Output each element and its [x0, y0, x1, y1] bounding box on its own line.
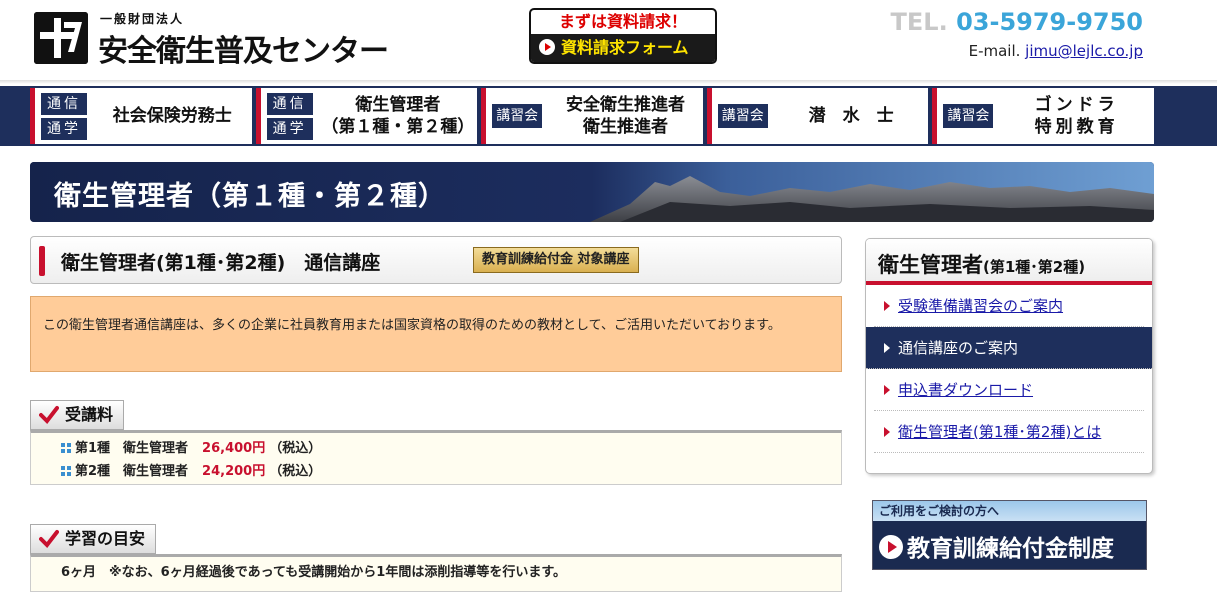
nav-bar: 通信 通学 社会保険労務士 通信 通学 衛生管理者 （第１種・第２種） 講習会 … — [0, 86, 1217, 146]
nav-tag: 講習会 — [717, 104, 768, 128]
promo-main: 教育訓練給付金制度 — [873, 521, 1146, 563]
sidebar-item-correspondence[interactable]: 通信講座のご案内 — [866, 327, 1152, 369]
study-box: 6ヶ月 ※なお、6ヶ月経過後であっても受講開始から1年間は添削指導等を行います。 — [30, 554, 842, 592]
cta-bottom: 資料請求フォーム — [531, 34, 715, 62]
nav-label: 潜 水 士 — [808, 106, 894, 126]
logo-mark-icon — [34, 12, 88, 64]
sidebar-item-seminar[interactable]: 受験準備講習会のご案内 — [874, 285, 1144, 327]
play-arrow-icon — [879, 535, 903, 559]
sidebar-title-main: 衛生管理者 — [878, 253, 983, 277]
course-intro: この衛生管理者通信講座は、多くの企業に社員教育用または国家資格の取得のための教材… — [30, 296, 842, 372]
subsidy-promo-banner[interactable]: ご利用をご検討の方へ 教育訓練給付金制度 — [872, 500, 1147, 570]
nav-tag: 通信 — [41, 92, 87, 115]
bullet-squares-icon — [61, 466, 71, 476]
heading-accent-bar — [39, 246, 45, 276]
study-heading: 学習の目安 — [30, 524, 157, 554]
promo-main-text: 教育訓練給付金制度 — [907, 536, 1114, 562]
page-banner: 衛生管理者（第１種・第２種） — [30, 162, 1154, 222]
fee-price: 24,200円 — [202, 464, 266, 479]
study-text: 6ヶ月 ※なお、6ヶ月経過後であっても受講開始から1年間は添削指導等を行います。 — [61, 565, 567, 580]
site-logo[interactable]: 一般財団法人 安全衛生普及センター — [34, 8, 389, 69]
sidebar-item-about[interactable]: 衛生管理者(第1種･第2種)とは — [874, 411, 1144, 453]
org-name: 安全衛生普及センター — [98, 34, 389, 69]
fee-price: 26,400円 — [202, 441, 266, 456]
tel-label: TEL. — [890, 8, 948, 36]
cta-top-text: まずは資料請求！ — [558, 12, 687, 31]
nav-tag: 通学 — [41, 117, 87, 140]
email: E-mail. jimu@lejlc.co.jp — [891, 42, 1143, 60]
check-icon — [39, 530, 59, 549]
fee-label: 第1種 衛生管理者 — [75, 441, 189, 456]
sidebar-link[interactable]: 衛生管理者(第1種･第2種)とは — [898, 423, 1101, 441]
tel: TEL. 03-5979-9750 — [891, 8, 1143, 36]
fee-tax: （税込） — [269, 441, 322, 456]
nav-item-suishinsha[interactable]: 講習会 安全衛生推進者 衛生推進者 — [481, 88, 703, 144]
sidebar-item-download[interactable]: 申込書ダウンロード — [874, 369, 1144, 411]
nav-label: ゴンドラ 特別教育 — [1034, 95, 1119, 137]
nav-tags: 講習会 — [492, 104, 543, 128]
sidebar-title: 衛生管理者(第1種･第2種) — [866, 239, 1152, 285]
nav-tags: 通信 通学 — [41, 92, 87, 140]
fee-row: 第1種 衛生管理者 26,400円 （税込） — [61, 437, 841, 460]
nav-item-eisei-kanrisha[interactable]: 通信 通学 衛生管理者 （第１種・第２種） — [255, 88, 478, 144]
nav-band: 通信 通学 社会保険労務士 通信 通学 衛生管理者 （第１種・第２種） 講習会 … — [0, 80, 1217, 146]
fees-heading: 受講料 — [30, 400, 125, 430]
nav-item-gondola[interactable]: 講習会 ゴンドラ 特別教育 — [932, 88, 1154, 144]
bullet-squares-icon — [61, 443, 71, 453]
fee-tax: （税込） — [269, 464, 322, 479]
nav-tag: 講習会 — [492, 104, 543, 128]
sidebar-menu: 衛生管理者(第1種･第2種) 受験準備講習会のご案内 通信講座のご案内 申込書ダ… — [865, 238, 1153, 474]
page-title: 衛生管理者（第１種・第２種） — [54, 181, 446, 212]
course-heading: 衛生管理者(第1種･第2種) 通信講座 教育訓練給付金 対象講座 — [30, 236, 842, 284]
site-header: 一般財団法人 安全衛生普及センター まずは資料請求！ 資料請求フォーム TEL.… — [0, 0, 1217, 80]
study-heading-text: 学習の目安 — [65, 529, 146, 548]
fees-heading-text: 受講料 — [65, 405, 114, 424]
nav-label: 衛生管理者 （第１種・第２種） — [321, 95, 475, 137]
cta-bottom-text: 資料請求フォーム — [561, 38, 689, 57]
subsidy-badge: 教育訓練給付金 対象講座 — [473, 247, 639, 273]
nav-tag: 通信 — [266, 92, 313, 115]
nav-item-sharoushi[interactable]: 通信 通学 社会保険労務士 — [30, 88, 252, 144]
nav-tags: 講習会 — [943, 104, 994, 128]
nav-label: 社会保険労務士 — [112, 106, 232, 126]
org-type: 一般財団法人 — [100, 12, 185, 26]
nav-label: 安全衛生推進者 衛生推進者 — [565, 95, 685, 137]
play-arrow-icon — [539, 39, 555, 55]
nav-item-sensuishi[interactable]: 講習会 潜 水 士 — [706, 88, 929, 144]
sidebar-title-sub: (第1種･第2種) — [983, 258, 1086, 276]
promo-top-text: ご利用をご検討の方へ — [873, 501, 1146, 521]
fees-box: 第1種 衛生管理者 26,400円 （税込） 第2種 衛生管理者 24,200円 （税込… — [30, 430, 842, 485]
email-label: E-mail. — [968, 42, 1021, 60]
sidebar-link[interactable]: 受験準備講習会のご案内 — [898, 297, 1063, 315]
nav-tags: 講習会 — [717, 104, 768, 128]
check-icon — [39, 406, 59, 425]
nav-tags: 通信 通学 — [266, 92, 313, 140]
contact-info: TEL. 03-5979-9750 E-mail. jimu@lejlc.co.… — [891, 8, 1143, 60]
fee-row: 第2種 衛生管理者 24,200円 （税込） — [61, 460, 841, 483]
brochure-request-button[interactable]: まずは資料請求！ 資料請求フォーム — [529, 8, 717, 64]
sidebar-link[interactable]: 申込書ダウンロード — [898, 381, 1033, 399]
nav-items: 通信 通学 社会保険労務士 通信 通学 衛生管理者 （第１種・第２種） 講習会 … — [30, 88, 1154, 144]
nav-tag: 通学 — [266, 117, 313, 140]
fee-label: 第2種 衛生管理者 — [75, 464, 189, 479]
nav-tag: 講習会 — [943, 104, 994, 128]
email-link[interactable]: jimu@lejlc.co.jp — [1025, 42, 1143, 60]
course-title: 衛生管理者(第1種･第2種) 通信講座 — [61, 252, 381, 274]
sidebar-link[interactable]: 通信講座のご案内 — [898, 339, 1018, 357]
tel-number: 03-5979-9750 — [956, 8, 1143, 36]
